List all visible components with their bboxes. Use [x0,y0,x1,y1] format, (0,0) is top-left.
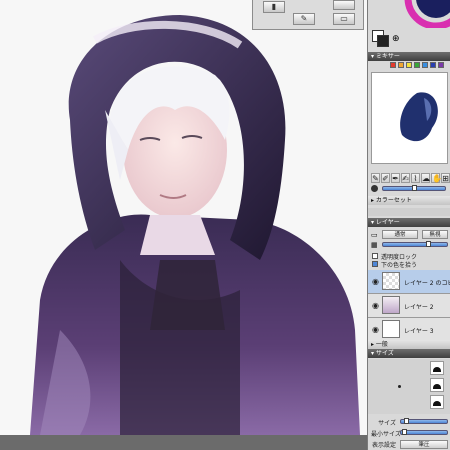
min-size-slider-thumb[interactable] [402,429,407,435]
pencil-icon[interactable]: ✐ [381,173,390,183]
mixer-swatch[interactable] [422,62,428,68]
tool-popup: ▮ ✎ ▭ [252,0,364,30]
color-set-area [368,208,450,216]
brush-tip-tile[interactable] [430,395,444,409]
brush-tool-icon[interactable]: ▮ [263,1,285,13]
right-tool-panel: ⊕ ▾ ミキサー ✎ ✐ ✒ ✍ ⌇ ☁ ✋ ⊞ ▸ カラーセット ▾ レイヤー… [367,0,450,450]
layer-thumbnail [382,272,400,290]
layer-name: レイヤー 2 [404,304,434,311]
layer-opacity-thumb[interactable] [426,241,432,247]
brush-tool-icon-2[interactable] [333,0,355,10]
layer-name: レイヤー 3 [404,328,434,335]
layer-thumbnail [382,296,400,314]
layer-folder-icon[interactable]: ▭ [371,231,378,239]
marker-icon[interactable]: ✒ [391,173,400,183]
visibility-eye-icon[interactable]: ◉ [371,277,380,286]
visibility-eye-icon[interactable]: ◉ [371,301,380,310]
eraser-tool-icon[interactable]: ▭ [333,13,355,25]
brush-tip-tile[interactable] [430,378,444,392]
blend-mode-select[interactable]: 通常 [382,230,418,239]
size-label: サイズ [378,420,396,427]
mixer-swatch[interactable] [414,62,420,68]
size-preview-dot-icon [398,385,401,388]
mixer-swatch[interactable] [398,62,404,68]
general-header[interactable]: ▸ 一般 [368,340,450,349]
brush-tip-tile[interactable] [430,361,444,375]
mixer-swatch[interactable] [390,62,396,68]
mixer-swatch[interactable] [438,62,444,68]
pen-tool-icon[interactable]: ✎ [293,13,315,25]
hand-icon[interactable]: ✋ [431,173,442,183]
drawing-canvas[interactable] [0,0,367,435]
canvas-bottom-bar [0,435,367,450]
mixer-swatch[interactable] [430,62,436,68]
mixer-swatch[interactable] [406,62,412,68]
blur-icon[interactable]: ☁ [421,173,430,183]
color-set-header[interactable]: ▸ カラーセット [368,196,450,205]
eyedropper-icon[interactable]: ⊕ [392,34,400,44]
min-size-slider[interactable] [400,430,448,435]
fill-icon[interactable]: ⊞ [441,173,450,183]
layer-name: レイヤー 2 のコピー [404,280,450,287]
layer-row[interactable]: ◉ レイヤー 3 [368,318,450,342]
visibility-eye-icon[interactable]: ◉ [371,325,380,334]
color-wheel[interactable] [396,0,450,28]
mixer-canvas[interactable] [371,72,448,164]
layer-header[interactable]: ▾ レイヤー [368,218,450,227]
min-size-label: 最小サイズ [371,431,401,438]
mixer-size-slider-thumb[interactable] [412,185,417,191]
dropper-icon[interactable]: ⌇ [411,173,420,183]
size-slider-thumb[interactable] [404,418,409,424]
layer-mask-icon[interactable]: ▦ [371,241,378,249]
clip-below-label: 下の色を拾う [381,262,418,269]
layer-row[interactable]: ◉ レイヤー 2 のコピー [368,270,450,294]
artwork-illustration [30,15,360,435]
pen-icon[interactable]: ✍ [401,173,410,183]
sub-color-icon[interactable] [377,35,389,47]
brush-size-dot-icon [371,185,378,192]
display-setting-label: 表示設定 [371,442,396,449]
blend-mode-right-select[interactable]: 無視 [422,230,448,239]
size-header[interactable]: ▾ サイズ [368,349,450,358]
layer-row[interactable]: ◉ レイヤー 2 [368,294,450,318]
brush-icon[interactable]: ✎ [371,173,380,183]
layer-opacity-slider[interactable] [382,242,448,247]
layer-thumbnail [382,320,400,338]
display-setting-select[interactable]: 筆圧 [400,440,448,449]
mixer-header[interactable]: ▾ ミキサー [368,52,450,61]
